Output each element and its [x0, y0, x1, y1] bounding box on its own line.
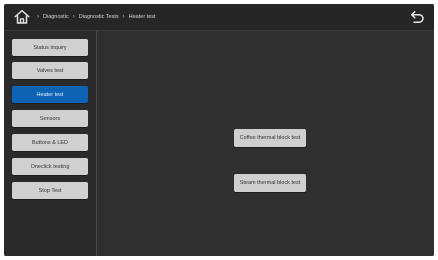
breadcrumb-item-diagnostic-tests[interactable]: Diagnostic Tests [79, 14, 119, 20]
sidebar-item-heater-test[interactable]: Heater test [12, 86, 88, 103]
button-label: Coffee thermal block test [239, 134, 301, 141]
sidebar-item-label: Heater test [36, 91, 64, 98]
sidebar-item-oneclick-testing[interactable]: Oneclick testing [12, 158, 88, 175]
sidebar-item-buttons-led[interactable]: Buttons & LED [12, 134, 88, 151]
sidebar-item-label: Oneclick testing [30, 163, 70, 170]
back-arrow-icon[interactable] [408, 8, 426, 26]
button-label: Steam thermal block test [239, 179, 301, 186]
sidebar-item-sensors[interactable]: Sensors [12, 110, 88, 127]
sidebar-item-status-inquiry[interactable]: Status inquiry [12, 39, 88, 56]
sidebar-item-label: Stop Test [38, 187, 62, 194]
device-frame: › Diagnostic › Diagnostic Tests › Heater… [0, 0, 438, 260]
chevron-right-icon: › [37, 14, 39, 20]
chevron-right-icon: › [122, 14, 125, 20]
breadcrumb-item-heater-test: Heater test [128, 14, 156, 20]
chevron-right-icon: › [72, 14, 75, 20]
coffee-thermal-block-test-button[interactable]: Coffee thermal block test [234, 129, 306, 147]
steam-thermal-block-test-button[interactable]: Steam thermal block test [234, 174, 306, 192]
screen: › Diagnostic › Diagnostic Tests › Heater… [4, 4, 434, 256]
breadcrumb: › Diagnostic › Diagnostic Tests › Heater… [36, 4, 156, 30]
sidebar-item-label: Valves test [36, 67, 64, 74]
sidebar-item-label: Sensors [39, 115, 61, 122]
sidebar-item-stop-test[interactable]: Stop Test [12, 182, 88, 199]
sidebar-item-valves-test[interactable]: Valves test [12, 62, 88, 79]
breadcrumb-item-diagnostic[interactable]: Diagnostic [43, 14, 69, 20]
home-icon[interactable] [13, 8, 31, 26]
sidebar-item-label: Buttons & LED [31, 139, 69, 146]
sidebar: Status inquiry Valves test Heater test S… [4, 31, 97, 256]
sidebar-item-label: Status inquiry [33, 44, 67, 51]
top-bar: › Diagnostic › Diagnostic Tests › Heater… [4, 4, 434, 31]
main-content: Coffee thermal block test Steam thermal … [97, 31, 434, 256]
